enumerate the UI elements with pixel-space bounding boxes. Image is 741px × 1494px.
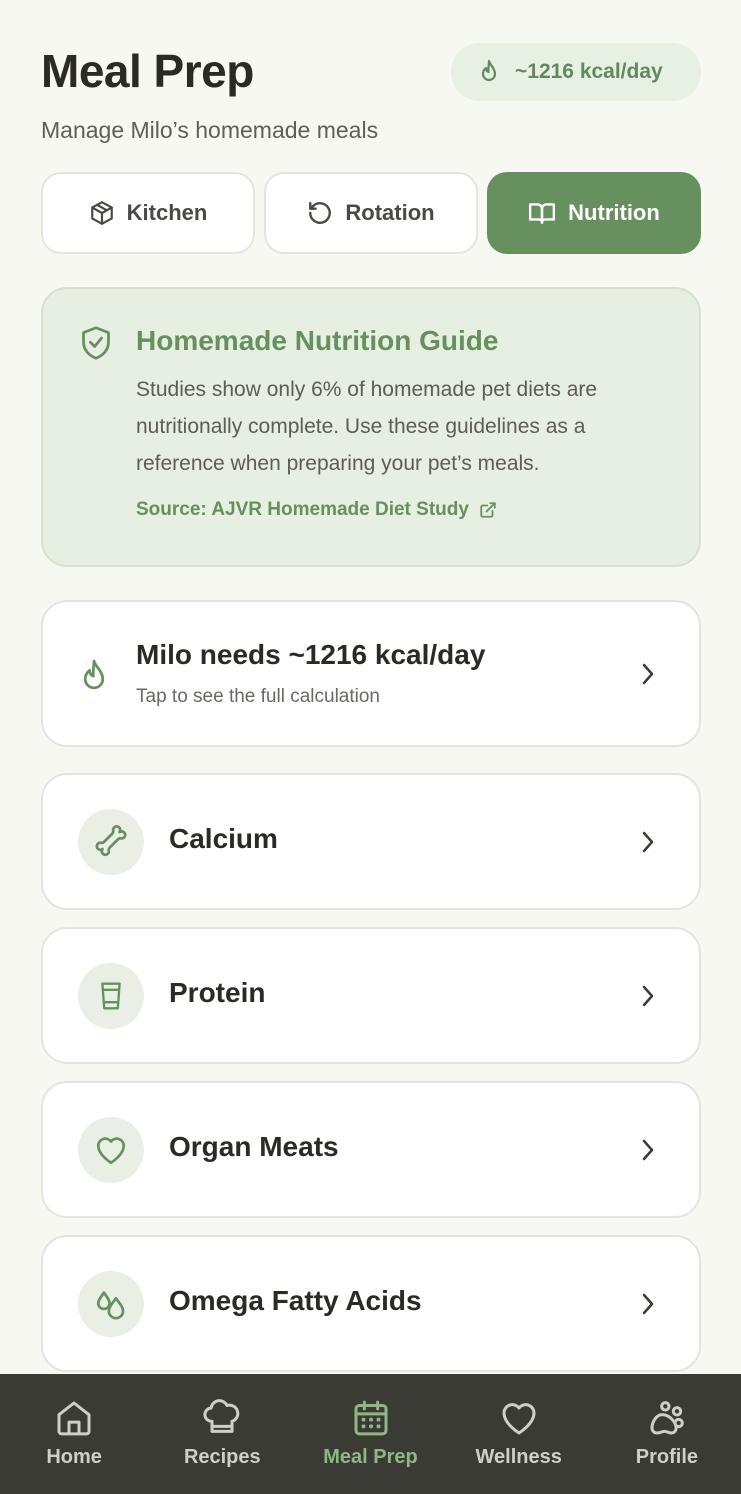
kcal-badge-text: ~1216 kcal/day [515,60,663,83]
protein-badge [78,963,144,1029]
calcium-badge [78,809,144,875]
tab-rotation-label: Rotation [345,200,435,225]
nutrient-item-omega-fatty-acids[interactable]: Omega Fatty Acids [41,1235,701,1372]
flame-icon [477,59,501,85]
chevron-right-icon [641,984,655,1008]
guide-body: Studies show only 6% of homemade pet die… [136,378,598,475]
calendar-icon [351,1398,391,1438]
calorie-needs-card[interactable]: Milo needs ~1216 kcal/day Tap to see the… [41,600,701,747]
nav-item-profile[interactable]: Profile [593,1374,741,1494]
nav-item-meal-prep[interactable]: Meal Prep [296,1374,444,1494]
nav-label-home: Home [46,1446,102,1468]
nutrient-label: Omega Fatty Acids [169,1285,422,1316]
nav-label-recipes: Recipes [183,1446,261,1468]
book-open-icon [528,200,556,226]
tab-kitchen-label: Kitchen [126,200,208,225]
chevron-right-icon [641,1138,655,1162]
droplets-icon [94,1287,128,1321]
package-icon [89,200,115,226]
nav-label-meal-prep: Meal Prep [323,1446,418,1468]
chevron-right-icon [641,662,655,686]
cup-icon [96,980,126,1012]
shield-check-icon [79,325,113,361]
nutrient-item-protein[interactable]: Protein [41,927,701,1064]
nutrition-guide-card: Homemade Nutrition Guide Studies show on… [41,287,701,567]
page-title: Meal Prep [41,45,254,97]
nav-item-wellness[interactable]: Wellness [445,1374,593,1494]
guide-source-label: Source: AJVR Homemade Diet Study [136,499,469,520]
nav-label-profile: Profile [635,1446,699,1468]
chevron-right-icon [641,1292,655,1316]
organ-meats-badge [78,1117,144,1183]
rotate-icon [307,200,333,226]
bottom-nav: Home Recipes Meal Prep Wellness Profile [0,1374,741,1494]
nutrient-item-organ-meats[interactable]: Organ Meats [41,1081,701,1218]
heart-icon [499,1398,539,1438]
flame-icon [79,658,109,694]
nav-item-recipes[interactable]: Recipes [148,1374,296,1494]
chef-hat-icon [202,1398,242,1438]
calorie-needs-title: Milo needs ~1216 kcal/day [136,639,486,670]
external-link-icon [479,501,497,519]
heart-icon [94,1134,128,1166]
calorie-needs-subtitle: Tap to see the full calculation [136,686,380,707]
kcal-badge[interactable]: ~1216 kcal/day [451,43,701,101]
nav-label-wellness: Wellness [475,1446,562,1468]
home-icon [54,1398,94,1438]
guide-source-link[interactable]: Source: AJVR Homemade Diet Study [136,499,497,521]
page-subtitle: Manage Milo’s homemade meals [41,117,379,143]
nutrient-item-calcium[interactable]: Calcium [41,773,701,910]
omega-badge [78,1271,144,1337]
bone-icon [94,825,128,859]
nutrient-label: Protein [169,977,266,1008]
paw-icon [647,1398,687,1438]
chevron-right-icon [641,830,655,854]
nav-item-home[interactable]: Home [0,1374,148,1494]
tab-kitchen[interactable]: Kitchen [41,172,255,254]
tab-nutrition[interactable]: Nutrition [487,172,701,254]
segment-tabs: Kitchen Rotation Nutrition [41,172,701,254]
tab-nutrition-label: Nutrition [568,200,660,225]
nutrient-label: Calcium [169,823,278,854]
guide-title: Homemade Nutrition Guide [136,325,499,356]
nutrient-label: Organ Meats [169,1131,339,1162]
tab-rotation[interactable]: Rotation [264,172,478,254]
